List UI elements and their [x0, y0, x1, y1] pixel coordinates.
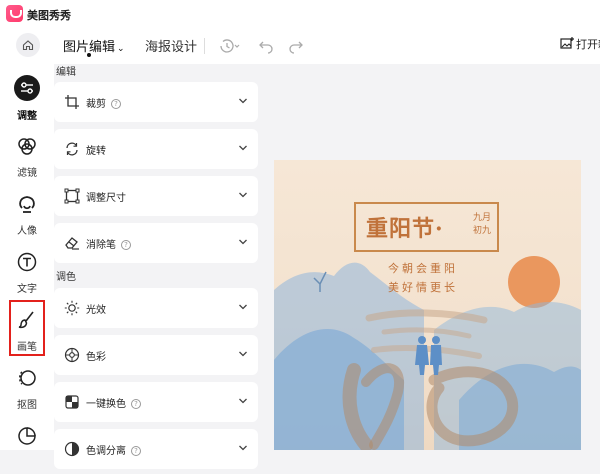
crop-icon: [65, 95, 79, 109]
app-logo-icon: [6, 5, 23, 22]
tool-row-color[interactable]: 色彩: [54, 335, 258, 375]
undo-icon[interactable]: [257, 37, 275, 55]
rail-label-cutout: 抠图: [17, 400, 37, 411]
chevron-down-icon[interactable]: [238, 302, 248, 312]
tool-label-crop: 裁剪: [86, 99, 106, 110]
help-icon[interactable]: ?: [121, 240, 131, 250]
history-icon[interactable]: [217, 37, 241, 55]
poster-image[interactable]: 重阳节· 九月初九 今朝会重阳 美好情更长: [274, 160, 581, 450]
chevron-down-icon: ⌄: [117, 44, 125, 54]
color-icon: [64, 347, 80, 363]
tab-poster-design[interactable]: 海报设计: [145, 36, 197, 55]
poster-title-frame: 重阳节· 九月初九: [354, 202, 499, 252]
rail-label-adjust: 调整: [17, 111, 37, 122]
rail-label-portrait: 人像: [17, 226, 37, 237]
open-new-label: 打开新: [576, 38, 600, 51]
tool-label-light: 光效: [86, 305, 106, 316]
chevron-down-icon[interactable]: [238, 237, 248, 247]
recolor-icon: [65, 395, 79, 409]
tab-image-edit[interactable]: 图片编辑 ⌄: [63, 36, 125, 55]
tool-label-recolor: 一键换色: [86, 399, 126, 410]
brush-highlight-box: [9, 300, 45, 356]
rail-item-adjust[interactable]: 调整: [0, 74, 54, 126]
poster-title-side: 九月初九: [473, 213, 492, 236]
adjust-icon: [21, 82, 33, 94]
rail-item-portrait[interactable]: 人像: [0, 190, 54, 242]
home-button[interactable]: [16, 33, 40, 57]
chevron-down-icon[interactable]: [238, 396, 248, 406]
tool-label-split-tone: 色调分离: [86, 446, 126, 457]
cutout-icon: [19, 370, 36, 386]
portrait-icon: [19, 196, 35, 213]
sticker-icon: [18, 427, 36, 445]
rail-item-sticker[interactable]: [0, 422, 54, 474]
redo-icon[interactable]: [287, 37, 305, 55]
rail-item-text[interactable]: 文字: [0, 248, 54, 300]
help-icon[interactable]: ?: [131, 446, 141, 456]
tool-row-crop[interactable]: 裁剪?: [54, 82, 258, 122]
poster-title: 重阳节·: [366, 216, 444, 242]
tool-row-rotate[interactable]: 旋转: [54, 129, 258, 169]
light-icon: [64, 300, 80, 316]
rail-item-filter[interactable]: 滤镜: [0, 132, 54, 184]
left-rail: 调整 滤镜 人像 文字 画笔 抠图: [0, 28, 54, 450]
section-title-color: 调色: [56, 272, 76, 283]
app-title: 美图秀秀: [27, 9, 71, 22]
resize-icon: [64, 188, 80, 204]
open-new-button[interactable]: 打开新: [560, 36, 600, 52]
home-icon: [22, 40, 34, 51]
help-icon[interactable]: ?: [111, 99, 121, 109]
chevron-down-icon[interactable]: [238, 143, 248, 153]
tool-label-rotate: 旋转: [86, 146, 106, 157]
tool-row-light[interactable]: 光效: [54, 288, 258, 328]
tool-label-eraser: 消除笔: [86, 240, 116, 251]
chevron-down-icon[interactable]: [238, 190, 248, 200]
toolbar-divider: [204, 38, 205, 54]
rotate-icon: [66, 142, 78, 156]
tool-panel: 编辑 裁剪? 旋转 调整尺寸 消除笔? 调色 光效 色彩 一键换色 ? 色调分离…: [54, 64, 266, 469]
tool-label-resize: 调整尺寸: [86, 193, 126, 204]
poster-verse-line-2: 美好情更长: [388, 281, 458, 294]
tool-row-resize[interactable]: 调整尺寸: [54, 176, 258, 216]
poster-verse-line-1: 今朝会重阳: [388, 262, 458, 275]
canvas-area: 重阳节· 九月初九 今朝会重阳 美好情更长: [266, 64, 600, 450]
rail-label-filter: 滤镜: [17, 168, 37, 179]
text-icon: [17, 252, 37, 272]
active-tab-indicator: [87, 53, 91, 57]
tool-row-split-tone[interactable]: 色调分离?: [54, 429, 258, 469]
chevron-down-icon[interactable]: [238, 443, 248, 453]
split-tone-icon: [64, 441, 80, 457]
rail-label-text: 文字: [17, 284, 37, 295]
eraser-icon: [65, 237, 79, 250]
tool-label-color: 色彩: [86, 352, 106, 363]
open-image-icon: [560, 37, 574, 49]
tool-row-recolor[interactable]: 一键换色?: [54, 382, 258, 422]
chevron-down-icon[interactable]: [238, 349, 248, 359]
rail-item-cutout[interactable]: 抠图: [0, 364, 54, 416]
tool-row-eraser[interactable]: 消除笔?: [54, 223, 258, 263]
top-toolbar: 图片编辑⌄ 海报设计 打开新: [54, 28, 600, 64]
filter-icon: [18, 138, 36, 155]
section-title-edit: 编辑: [56, 67, 76, 78]
chevron-down-icon[interactable]: [238, 96, 248, 106]
title-bar: 美图秀秀: [0, 0, 600, 28]
help-icon[interactable]: ?: [131, 399, 141, 409]
